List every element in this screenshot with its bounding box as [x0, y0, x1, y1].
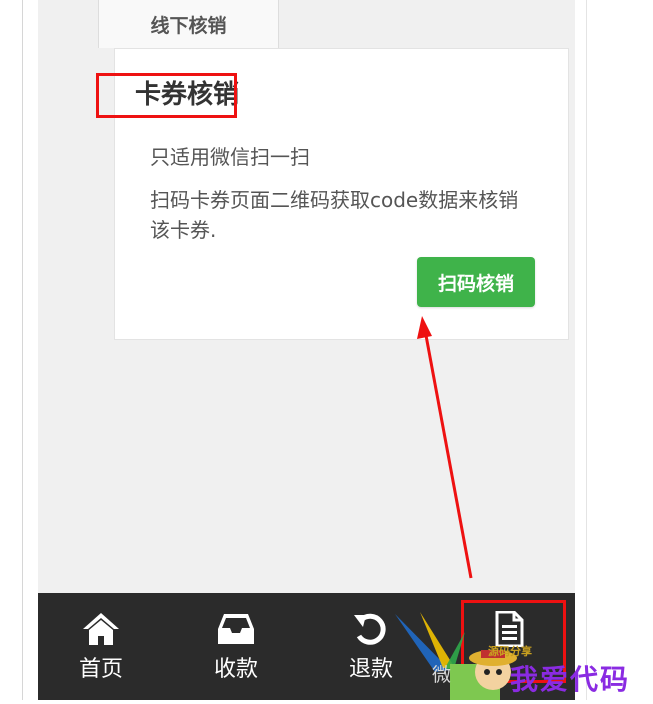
annotation-arrow [417, 316, 473, 579]
watermark-text: 我爱代码 [510, 663, 631, 696]
watermark-subtitle: 源码分享 [488, 645, 532, 658]
watermark-wechat-text: 微 [432, 664, 452, 686]
